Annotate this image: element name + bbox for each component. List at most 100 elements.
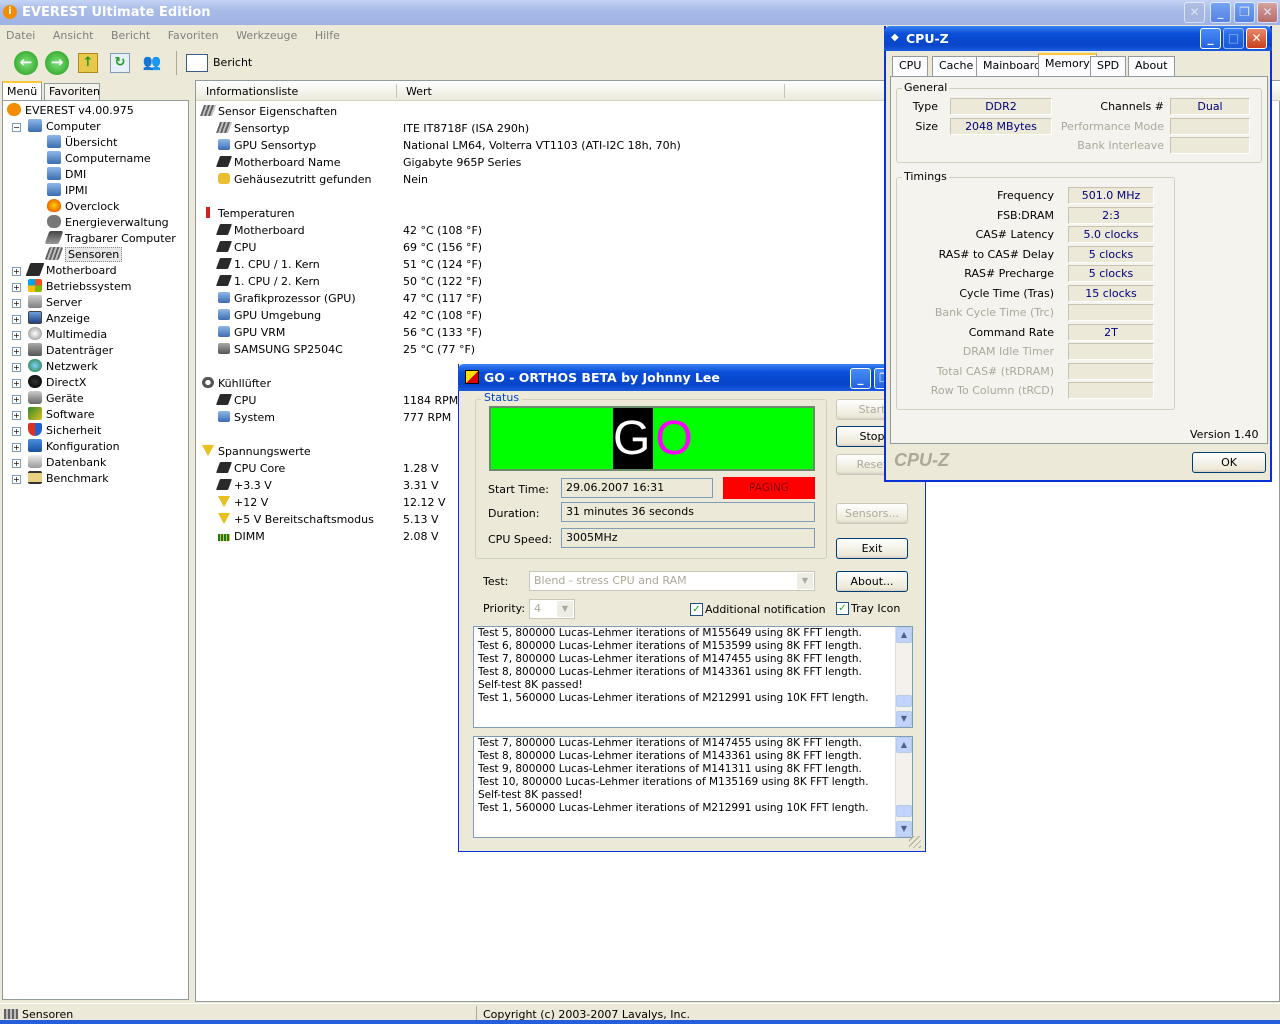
log-primary-scrollbar[interactable]: ▲ ▼ — [895, 627, 912, 727]
exit-button[interactable]: Exit — [836, 538, 908, 559]
expand-icon[interactable]: + — [12, 379, 21, 388]
scroll-down-icon[interactable]: ▼ — [896, 821, 912, 837]
chip-icon — [215, 394, 233, 405]
menu-favoriten[interactable]: Favoriten — [168, 29, 219, 42]
tree-item-server[interactable]: Server — [28, 295, 82, 311]
row-label: CPU — [215, 239, 256, 256]
tray-icon-label[interactable]: Tray Icon — [851, 602, 900, 615]
tree-item-label: Server — [46, 296, 83, 309]
tree-item-directx[interactable]: DirectX — [28, 375, 86, 391]
scroll-down-icon[interactable]: ▼ — [896, 711, 912, 727]
row-label: +3.3 V — [215, 477, 272, 494]
tab-favoriten[interactable]: Favoriten — [44, 83, 100, 100]
log-primary[interactable]: Test 5, 800000 Lucas-Lehmer iterations o… — [473, 626, 913, 728]
tree-item-sicherheit[interactable]: Sicherheit — [28, 423, 101, 439]
tree-item-geräte[interactable]: Geräte — [28, 391, 84, 407]
tree-item-computername[interactable]: Computername — [47, 151, 151, 167]
power-icon — [47, 215, 61, 228]
tree-item-konfiguration[interactable]: Konfiguration — [28, 439, 120, 455]
collapse-icon[interactable]: − — [12, 123, 21, 132]
up-icon[interactable]: ↑ — [78, 53, 98, 73]
everest-titlebar[interactable]: i EVEREST Ultimate Edition ✕ _ ❐ ✕ — [0, 0, 1280, 25]
orthos-minimize-button[interactable]: _ — [850, 368, 871, 389]
row-label: +5 V Bereitschaftsmodus — [218, 511, 374, 528]
everest-help-button[interactable]: ✕ — [1184, 2, 1205, 23]
tree-item-label: Tragbarer Computer — [65, 232, 176, 245]
tree-item-datenbank[interactable]: Datenbank — [28, 455, 106, 471]
expand-icon[interactable]: + — [12, 267, 21, 276]
scroll-up-icon[interactable]: ▲ — [896, 737, 912, 753]
tree-item-netzwerk[interactable]: Netzwerk — [28, 359, 98, 375]
ok-button[interactable]: OK — [1192, 452, 1266, 473]
report-button[interactable]: Bericht — [213, 56, 252, 69]
tree-item-overclock[interactable]: Overclock — [47, 199, 119, 215]
test-select[interactable]: Blend - stress CPU and RAM ▼ — [529, 571, 815, 591]
log-secondary-scrollbar[interactable]: ▲ ▼ — [895, 737, 912, 837]
everest-close-button[interactable]: ✕ — [1257, 2, 1278, 23]
menu-ansicht[interactable]: Ansicht — [53, 29, 94, 42]
log-line: Test 8, 800000 Lucas-Lehmer iterations o… — [478, 666, 862, 678]
expand-icon[interactable]: + — [12, 427, 21, 436]
expand-icon[interactable]: + — [12, 443, 21, 452]
expand-icon[interactable]: + — [12, 299, 21, 308]
status-sensor-icon — [4, 1009, 18, 1019]
column-header-value[interactable]: Wert — [406, 85, 432, 98]
menu-hilfe[interactable]: Hilfe — [315, 29, 340, 42]
window-title: EVEREST Ultimate Edition — [22, 5, 211, 20]
scroll-thumb[interactable] — [896, 695, 912, 707]
expand-icon[interactable]: + — [12, 475, 21, 484]
expand-icon[interactable]: + — [12, 283, 21, 292]
computer-icon — [218, 309, 230, 320]
tree-item-dmi[interactable]: DMI — [47, 167, 86, 183]
tree-item-sensoren[interactable]: Sensoren — [44, 247, 123, 263]
refresh-icon[interactable]: ↻ — [110, 53, 130, 73]
report-icon[interactable] — [186, 54, 208, 72]
tree-item-everest-v4-00-975[interactable]: EVEREST v4.00.975 — [7, 103, 134, 119]
tree-item-übersicht[interactable]: Übersicht — [47, 135, 117, 151]
tree-item-tragbarer-computer[interactable]: Tragbarer Computer — [44, 231, 176, 247]
row-label: SAMSUNG SP2504C — [218, 341, 343, 358]
tab-menu[interactable]: Menü — [2, 81, 42, 100]
column-header-info[interactable]: Informationsliste — [206, 85, 298, 98]
expand-icon[interactable]: + — [12, 411, 21, 420]
tree-item-multimedia[interactable]: Multimedia — [28, 327, 107, 343]
sensors-button[interactable]: Sensors... — [836, 503, 908, 524]
expand-icon[interactable]: + — [12, 395, 21, 404]
tree-item-label: IPMI — [65, 184, 88, 197]
expand-icon[interactable]: + — [12, 347, 21, 356]
users-icon[interactable]: 👥 — [142, 53, 162, 73]
tree-item-energieverwaltung[interactable]: Energieverwaltung — [47, 215, 169, 231]
paging-indicator: PAGING — [723, 477, 815, 499]
forward-icon[interactable]: → — [45, 51, 69, 75]
tree-item-benchmark[interactable]: Benchmark — [28, 471, 109, 487]
menu-bericht[interactable]: Bericht — [111, 29, 150, 42]
tree-view[interactable]: EVEREST v4.00.975 Computer − Übersicht Compu… — [2, 100, 189, 1000]
additional-notification-label[interactable]: Additional notification — [705, 603, 826, 616]
expand-icon[interactable]: + — [12, 331, 21, 340]
tree-item-datenträger[interactable]: Datenträger — [28, 343, 113, 359]
log-secondary[interactable]: Test 7, 800000 Lucas-Lehmer iterations o… — [473, 736, 913, 838]
scroll-thumb[interactable] — [896, 805, 912, 817]
priority-select[interactable]: 4 ▼ — [529, 599, 575, 619]
tray-icon-checkbox[interactable]: ✓ — [836, 602, 849, 615]
menu-werkzeuge[interactable]: Werkzeuge — [236, 29, 297, 42]
back-icon[interactable]: ← — [14, 51, 38, 75]
tree-item-software[interactable]: Software — [28, 407, 95, 423]
tree-item-motherboard[interactable]: Motherboard — [25, 263, 117, 279]
expand-icon[interactable]: + — [12, 459, 21, 468]
tree-item-betriebssystem[interactable]: Betriebssystem — [28, 279, 131, 295]
tree-item-computer[interactable]: Computer — [28, 119, 101, 135]
expand-icon[interactable]: + — [12, 363, 21, 372]
tree-item-ipmi[interactable]: IPMI — [47, 183, 88, 199]
about-button[interactable]: About... — [836, 571, 908, 592]
resize-grip-icon[interactable] — [909, 836, 921, 848]
log-line: Self-test 8K passed! — [478, 789, 583, 801]
everest-minimize-button[interactable]: _ — [1210, 2, 1231, 23]
expand-icon[interactable]: + — [12, 315, 21, 324]
tree-item-anzeige[interactable]: Anzeige — [28, 311, 90, 327]
scroll-up-icon[interactable]: ▲ — [896, 627, 912, 643]
additional-notification-checkbox[interactable]: ✓ — [690, 603, 703, 616]
orthos-titlebar[interactable]: GO - ORTHOS BETA by Johnny Lee _ ❐ — [458, 364, 926, 391]
menu-datei[interactable]: Datei — [6, 29, 35, 42]
everest-maximize-button[interactable]: ❐ — [1234, 2, 1255, 23]
